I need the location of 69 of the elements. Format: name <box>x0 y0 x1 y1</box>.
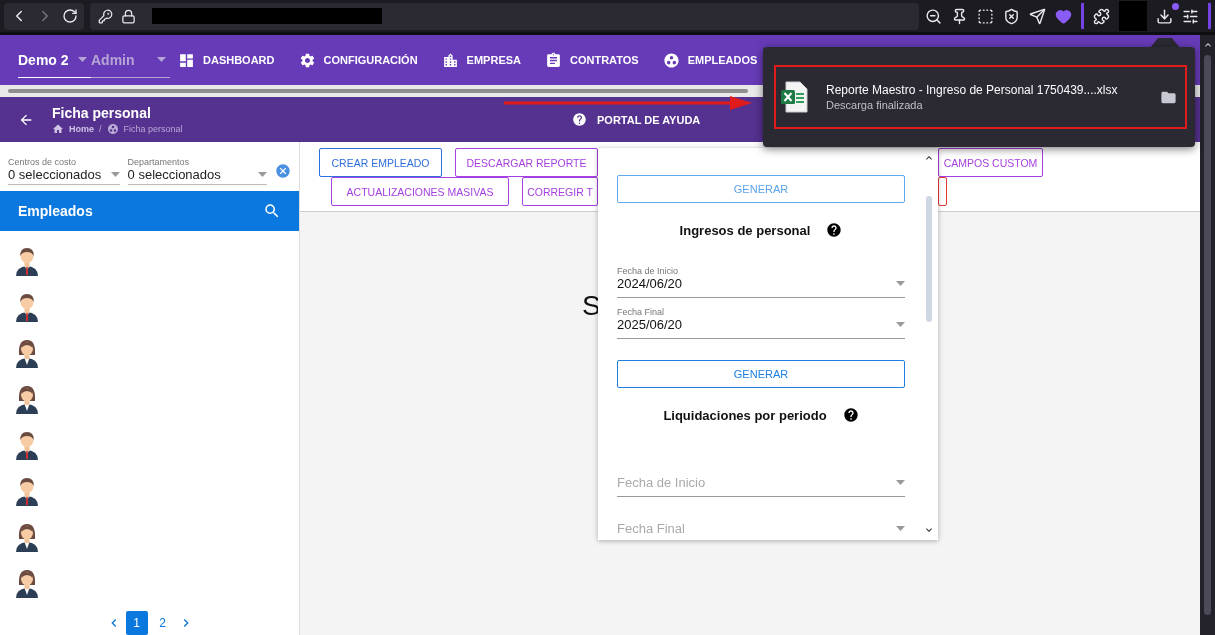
section-title: Liquidaciones por periodo <box>663 407 827 423</box>
scrollbar[interactable] <box>8 89 748 93</box>
scrollbar[interactable] <box>926 196 932 322</box>
pin-icon[interactable] <box>951 7 968 25</box>
caret-icon <box>78 57 87 62</box>
action-button[interactable]: CAMPOS CUSTOM <box>938 148 1043 177</box>
caret-icon <box>258 171 267 177</box>
puzzle-icon[interactable] <box>1093 7 1110 25</box>
outlined-button[interactable] <box>938 177 947 206</box>
nav-link[interactable]: EMPLEADOS <box>662 51 758 69</box>
address-field[interactable] <box>90 2 919 30</box>
section-title: Ingresos de personal <box>679 222 811 238</box>
breadcrumb-separator: / <box>99 123 102 134</box>
action-button[interactable]: CORREGIR T <box>522 177 598 206</box>
breadcrumb-link[interactable]: Home <box>69 123 94 134</box>
help-link[interactable]: PORTAL DE AYUDA <box>572 112 701 127</box>
file-name: Reporte Maestro - Ingreso de Personal 1750439....xlsx <box>826 83 1119 97</box>
scrollbar[interactable] <box>1204 55 1211 615</box>
download-icon[interactable] <box>1156 7 1173 25</box>
clear-icon[interactable] <box>275 162 291 179</box>
redaction-bar <box>1119 1 1147 31</box>
page-button[interactable]: 1 <box>125 611 148 635</box>
help-icon <box>572 112 587 127</box>
help-icon[interactable] <box>842 407 859 423</box>
caret-icon <box>896 526 905 531</box>
caret-icon <box>896 480 905 485</box>
nav-link[interactable]: CONFIGURACIÓN <box>298 51 418 69</box>
action-button[interactable]: ACTUALIZACIONES MASIVAS <box>331 177 509 206</box>
page-button[interactable]: 2 <box>151 611 174 635</box>
building-icon <box>441 51 459 69</box>
notification-dot <box>1172 2 1179 10</box>
nav-link[interactable]: EMPRESA <box>441 51 521 69</box>
send-icon[interactable] <box>1029 7 1046 25</box>
caret-icon <box>110 171 120 177</box>
role-select[interactable]: Admin <box>91 42 170 78</box>
spreadsheet-file-icon <box>780 81 808 113</box>
caret-icon <box>896 281 905 286</box>
caret-icon <box>157 57 166 62</box>
action-button[interactable]: DESCARGAR REPORTE <box>455 148 598 177</box>
home-icon <box>52 122 64 135</box>
menu-icon[interactable] <box>1182 7 1199 25</box>
clipboard-icon <box>545 51 562 69</box>
heart-icon[interactable] <box>1055 7 1072 25</box>
group-icon <box>106 122 119 135</box>
caret-icon <box>896 322 905 327</box>
settings-icon <box>298 51 316 69</box>
page-title: Ficha personal <box>52 104 152 121</box>
date-select[interactable]: Fecha Final 2025/06/20 <box>617 307 905 339</box>
help-icon[interactable] <box>826 222 843 238</box>
date-select[interactable]: Fecha de Inicio 2024/06/20 <box>617 266 905 298</box>
filter-select[interactable]: Centros de costo 0 seleccionados <box>8 156 120 185</box>
zoom-out-icon[interactable] <box>925 7 942 25</box>
shield-icon[interactable] <box>1003 7 1020 25</box>
download-status: Descarga finalizada <box>826 99 924 111</box>
lock-icon[interactable] <box>121 8 136 24</box>
filter-select[interactable]: Departamentos 0 seleccionados <box>127 156 267 185</box>
reload-icon[interactable] <box>62 8 78 24</box>
employees-title: Empleados <box>18 203 93 220</box>
nav-link[interactable]: CONTRATOS <box>545 51 639 69</box>
nav-link[interactable]: DASHBOARD <box>178 51 275 69</box>
generate-button[interactable]: GENERAR <box>617 360 905 388</box>
dashboard-icon <box>178 51 195 69</box>
screenshot-icon[interactable] <box>977 7 994 25</box>
breadcrumb-current: Ficha personal <box>123 123 183 134</box>
group-icon <box>662 51 680 69</box>
download-item[interactable]: Reporte Maestro - Ingreso de Personal 1750439....xlsx Descarga finalizada <box>774 65 1187 129</box>
company-select[interactable]: Demo 2 <box>18 42 91 78</box>
action-button[interactable]: CREAR EMPLEADO <box>319 148 442 177</box>
key-icon[interactable] <box>98 8 113 24</box>
